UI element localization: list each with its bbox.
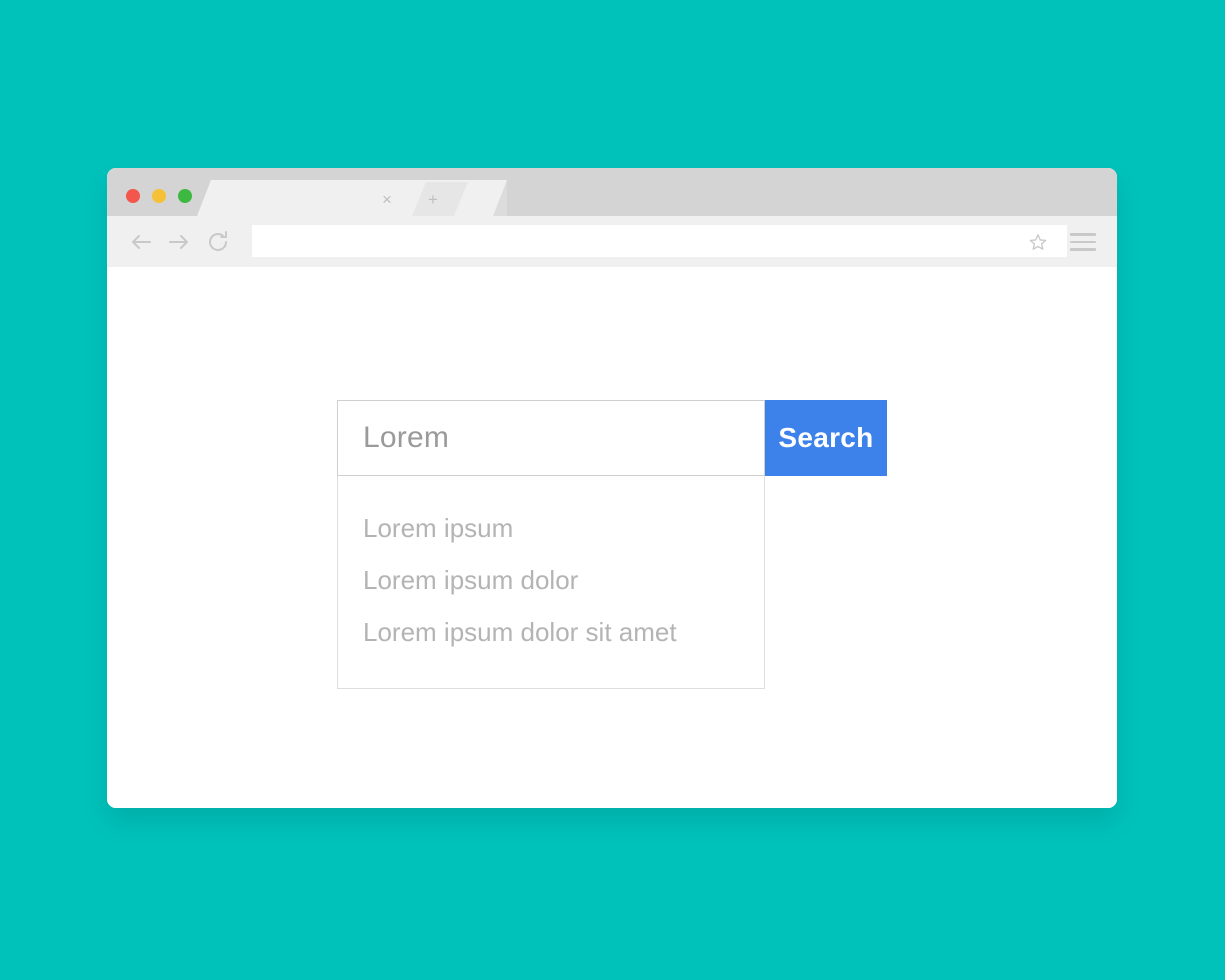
plus-icon[interactable]: +	[424, 191, 442, 208]
suggestion-item[interactable]: Lorem ipsum dolor	[338, 554, 764, 606]
back-arrow-icon	[127, 228, 155, 256]
browser-title-bar: × +	[107, 168, 1117, 216]
hamburger-menu-icon	[1070, 248, 1096, 251]
reload-button[interactable]	[204, 228, 232, 256]
url-input[interactable]	[252, 225, 1067, 257]
hamburger-menu-button[interactable]	[1070, 233, 1096, 251]
search-button-label: Search	[778, 422, 874, 453]
browser-toolbar	[107, 216, 1117, 267]
reload-icon	[204, 228, 232, 256]
hamburger-menu-icon	[1070, 233, 1096, 236]
tab-close-icon[interactable]: ×	[379, 191, 395, 208]
window-controls	[126, 189, 192, 203]
page-content-area: Lorem Search Lorem ipsum Lorem ipsum dol…	[107, 267, 1117, 808]
back-button[interactable]	[127, 228, 155, 256]
browser-window: × + Lorem Search Lorem ipsum Lorem ipsum…	[107, 168, 1117, 808]
bookmark-star-icon[interactable]	[1029, 233, 1047, 251]
close-window-button[interactable]	[126, 189, 140, 203]
search-suggestions-dropdown: Lorem ipsum Lorem ipsum dolor Lorem ipsu…	[337, 476, 765, 689]
minimize-window-button[interactable]	[152, 189, 166, 203]
maximize-window-button[interactable]	[178, 189, 192, 203]
search-input-value: Lorem	[363, 421, 450, 454]
hamburger-menu-icon	[1070, 240, 1096, 244]
search-input[interactable]: Lorem	[337, 400, 765, 476]
forward-button[interactable]	[165, 228, 193, 256]
suggestion-item[interactable]: Lorem ipsum dolor sit amet	[338, 606, 764, 658]
suggestion-item[interactable]: Lorem ipsum	[338, 502, 764, 554]
search-bar: Lorem Search	[337, 400, 887, 476]
search-button[interactable]: Search	[765, 400, 887, 476]
forward-arrow-icon	[165, 228, 193, 256]
